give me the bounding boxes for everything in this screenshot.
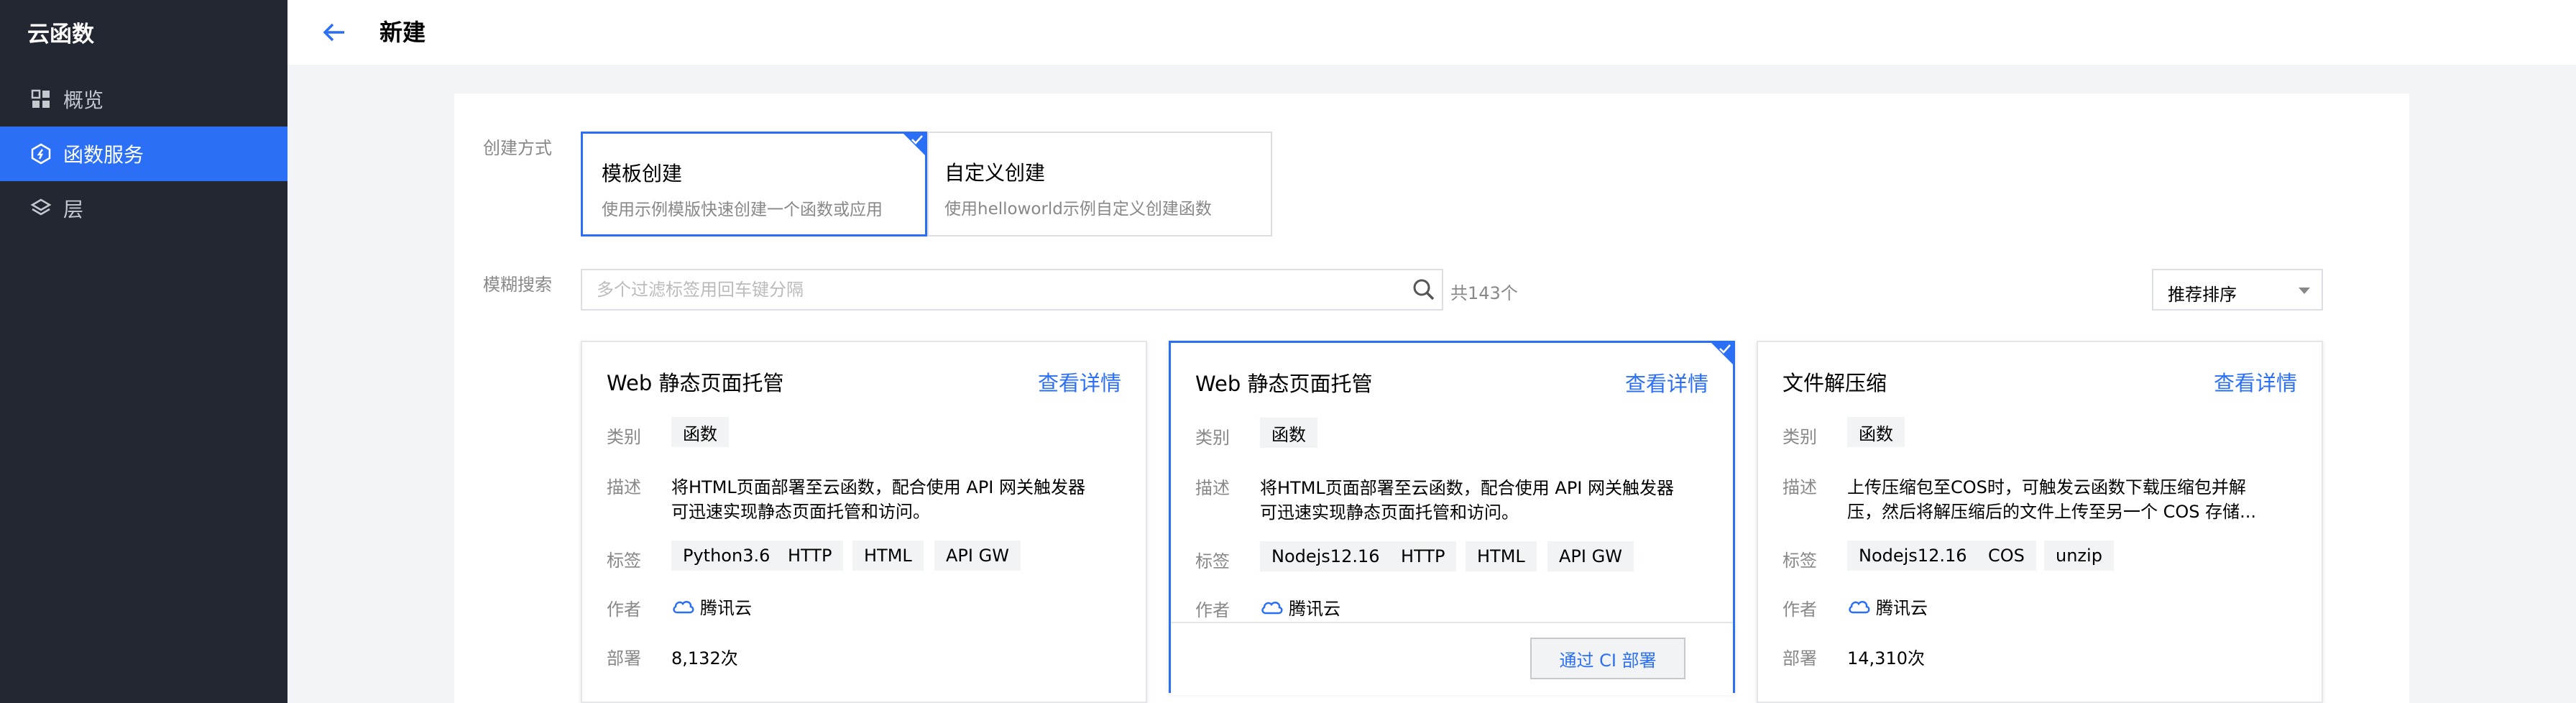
author-label: 作者 — [607, 599, 641, 620]
sidebar-item-label: 层 — [63, 198, 84, 221]
sidebar-item-label: 概览 — [63, 88, 104, 112]
search-box — [581, 269, 1443, 311]
template-title: Web 静态页面托管 — [1195, 372, 1373, 396]
tencent-cloud-icon — [673, 600, 694, 613]
author: 腾讯云 — [1260, 594, 1340, 620]
tags-label: 标签 — [607, 551, 641, 571]
method-title: 模板创建 — [602, 162, 683, 185]
custom-create-option[interactable]: 自定义创建 使用helloworld示例自定义创建函数 — [927, 132, 1272, 236]
author-label: 作者 — [1782, 599, 1817, 620]
category-tag: 函数 — [671, 417, 729, 447]
tags-label: 标签 — [1782, 551, 1817, 571]
category-label: 类别 — [607, 427, 641, 447]
category-label: 类别 — [1782, 427, 1817, 447]
category-tag: 函数 — [1847, 417, 1905, 447]
deploy-label: 部署 — [1782, 648, 1817, 668]
view-details-link[interactable]: 查看详情 — [1038, 367, 1121, 397]
template-create-option[interactable]: 模板创建 使用示例模版快速创建一个函数或应用 — [581, 132, 927, 236]
author: 腾讯云 — [671, 594, 752, 619]
method-desc: 使用helloworld示例自定义创建函数 — [944, 200, 1212, 219]
author-name: 腾讯云 — [1289, 599, 1340, 619]
sidebar: 云函数 概览 函数服务 层 — [0, 0, 288, 703]
sidebar-item-overview[interactable]: 概览 — [0, 72, 288, 127]
back-arrow-icon[interactable] — [316, 14, 352, 50]
author-name: 腾讯云 — [1876, 598, 1928, 618]
search-label: 模糊搜索 — [483, 275, 552, 295]
view-details-link[interactable]: 查看详情 — [1625, 367, 1708, 398]
sidebar-item-label: 函数服务 — [63, 143, 144, 167]
deploy-count: 14,310次 — [1847, 648, 1925, 668]
template-title: Web 静态页面托管 — [607, 371, 784, 395]
deploy-via-ci-button[interactable]: 通过 CI 部署 — [1530, 638, 1685, 679]
sidebar-item-layers[interactable]: 层 — [0, 181, 288, 236]
sort-value: 推荐排序 — [2168, 285, 2237, 305]
chevron-down-icon — [2299, 288, 2310, 294]
sidebar-item-function-service[interactable]: 函数服务 — [0, 127, 288, 181]
author-name: 腾讯云 — [700, 598, 752, 618]
tag: Nodejs12.16 — [1847, 541, 1979, 571]
result-count: 共143个 — [1450, 283, 1518, 303]
grid-icon — [30, 88, 52, 110]
tag: HTML — [1466, 541, 1537, 571]
description-line: 压，然后将解压缩后的文件上传至另一个 COS 存储... — [1847, 502, 2257, 522]
tag: Nodejs12.16 — [1260, 541, 1392, 571]
tencent-cloud-icon — [1261, 601, 1283, 614]
tag: HTTP — [776, 541, 844, 571]
view-details-link[interactable]: 查看详情 — [2214, 367, 2297, 397]
description-line: 上传压缩包至COS时，可触发云函数下载压缩包并解 — [1847, 477, 2246, 497]
description-label: 描述 — [1195, 478, 1230, 498]
template-card[interactable]: Web 静态页面托管 查看详情 类别 函数 描述 将HTML页面部署至云函数，配… — [581, 341, 1147, 703]
tag: HTML — [852, 541, 924, 571]
author-label: 作者 — [1195, 600, 1230, 620]
sort-dropdown[interactable]: 推荐排序 — [2152, 269, 2323, 311]
create-method-label: 创建方式 — [483, 138, 552, 158]
search-input[interactable] — [582, 270, 1394, 309]
tag: API GW — [934, 541, 1021, 571]
category-label: 类别 — [1195, 428, 1230, 448]
template-card[interactable]: 文件解压缩 查看详情 类别 函数 描述 上传压缩包至COS时，可触发云函数下载压… — [1757, 341, 2323, 703]
tag: HTTP — [1389, 541, 1457, 571]
check-icon — [1719, 344, 1731, 357]
tencent-cloud-icon — [1849, 600, 1870, 613]
page-title: 新建 — [380, 19, 426, 46]
app-title: 云函数 — [27, 22, 94, 47]
author: 腾讯云 — [1847, 594, 1928, 619]
category-tag: 函数 — [1260, 418, 1317, 448]
description-label: 描述 — [607, 477, 641, 497]
layers-icon — [30, 198, 52, 219]
deploy-label: 部署 — [607, 648, 641, 668]
tag: API GW — [1547, 541, 1634, 571]
method-desc: 使用示例模版快速创建一个函数或应用 — [602, 201, 883, 219]
deploy-count: 8,132次 — [671, 648, 738, 668]
card-footer: 通过 CI 部署 — [1171, 622, 1733, 695]
template-card[interactable]: Web 静态页面托管 查看详情 类别 函数 描述 将HTML页面部署至云函数，配… — [1169, 341, 1735, 695]
tag: Python3.6 — [671, 541, 782, 571]
template-title: 文件解压缩 — [1782, 371, 1887, 395]
description-line: 可迅速实现静态页面托管和访问。 — [1260, 502, 1519, 523]
search-icon[interactable] — [1412, 277, 1436, 302]
tag: unzip — [2044, 541, 2114, 571]
description-line: 将HTML页面部署至云函数，配合使用 API 网关触发器 — [1260, 478, 1675, 498]
tags-label: 标签 — [1195, 551, 1230, 571]
description-label: 描述 — [1782, 477, 1817, 497]
method-title: 自定义创建 — [944, 161, 1046, 185]
page-header: 新建 — [288, 0, 2576, 65]
check-icon — [911, 134, 924, 147]
description-line: 将HTML页面部署至云函数，配合使用 API 网关触发器 — [671, 477, 1086, 497]
description-line: 可迅速实现静态页面托管和访问。 — [671, 502, 930, 522]
tag: COS — [1977, 541, 2036, 571]
function-icon — [30, 143, 52, 165]
